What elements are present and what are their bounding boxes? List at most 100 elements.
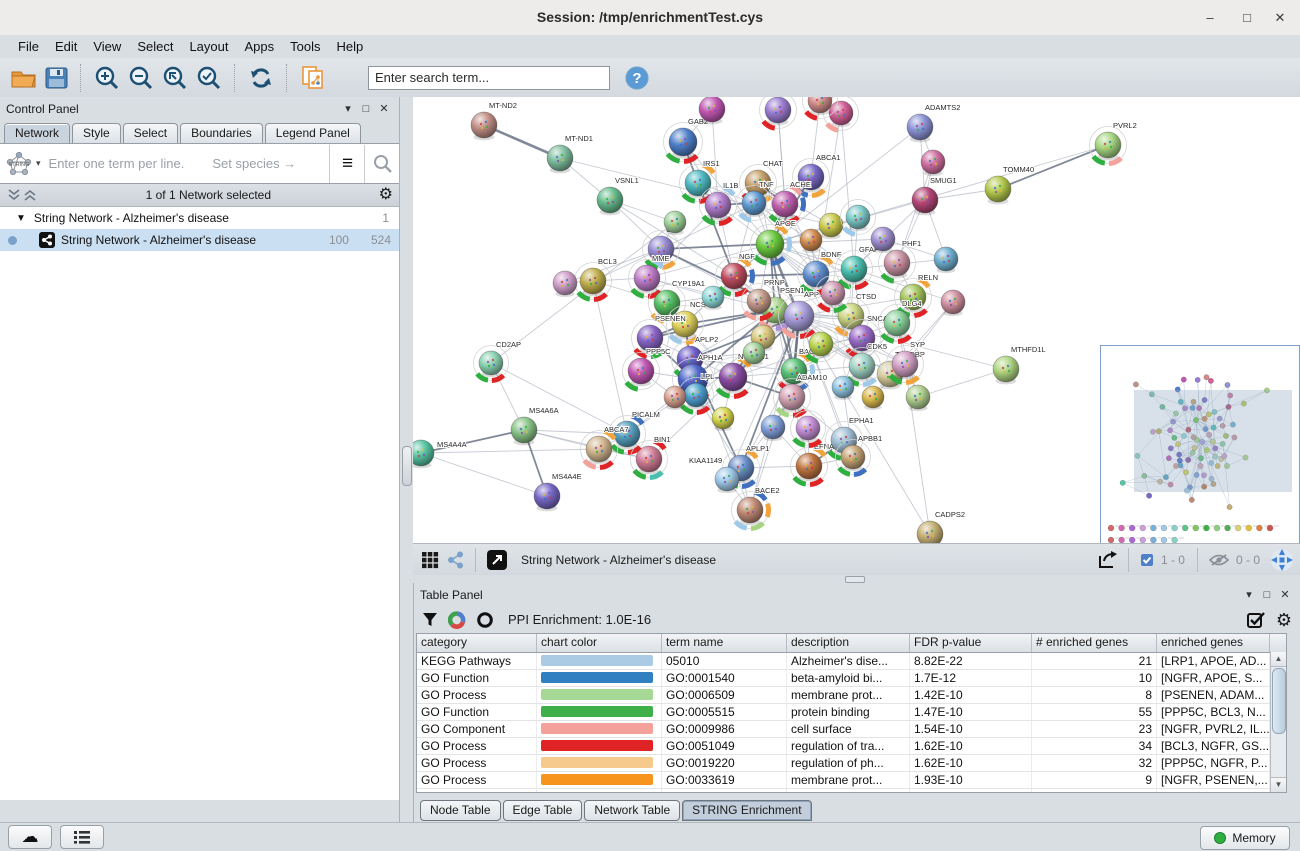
tab-string-enrichment[interactable]: STRING Enrichment: [682, 800, 811, 821]
network-from-file-icon[interactable]: [300, 65, 328, 91]
network-node-MT-ND2[interactable]: MT-ND2: [471, 101, 517, 140]
close-icon[interactable]: ✕: [1265, 0, 1295, 35]
network-node[interactable]: [791, 411, 826, 446]
network-node[interactable]: [712, 407, 734, 431]
column-header-term-name[interactable]: term name: [662, 634, 787, 652]
memory-button[interactable]: Memory: [1200, 826, 1290, 850]
network-node[interactable]: [664, 211, 686, 235]
string-query-placeholder[interactable]: Enter one term per line.: [49, 156, 185, 171]
tree-expand-icon[interactable]: ▼: [16, 213, 26, 224]
network-node[interactable]: [761, 415, 785, 441]
save-session-icon[interactable]: [45, 67, 68, 89]
network-node[interactable]: [832, 376, 854, 400]
minimize-icon[interactable]: –: [1195, 0, 1225, 35]
open-session-icon[interactable]: [10, 67, 37, 89]
table-row[interactable]: GO ProcessGO:0006509membrane prot...1.42…: [417, 687, 1286, 704]
table-row[interactable]: GO ProcessGO:0050435beta-amyloid m...2.0…: [417, 789, 1286, 793]
network-node[interactable]: [702, 286, 724, 310]
menu-item-view[interactable]: View: [85, 35, 129, 58]
column-header-fdr-p-value[interactable]: FDR p-value: [910, 634, 1032, 652]
cloud-tasks-button[interactable]: ☁: [8, 825, 52, 849]
panel-float-icon[interactable]: □: [357, 103, 375, 115]
enrichment-table[interactable]: categorychart colorterm namedescriptionF…: [416, 633, 1287, 793]
network-node[interactable]: [921, 150, 945, 176]
network-node-EFNA5[interactable]: EFNA5: [791, 442, 839, 485]
menu-item-layout[interactable]: Layout: [181, 35, 236, 58]
network-node-BCL3[interactable]: BCL3: [575, 257, 617, 300]
birds-eye-navigator[interactable]: [1100, 345, 1300, 544]
menu-item-select[interactable]: Select: [129, 35, 181, 58]
panel-close-icon[interactable]: ✕: [1276, 588, 1294, 601]
network-node[interactable]: [906, 385, 930, 411]
scrollbar-thumb[interactable]: [1272, 668, 1286, 734]
horizontal-splitter[interactable]: [413, 575, 1300, 583]
table-row[interactable]: GO ProcessGO:0051049regulation of tra...…: [417, 738, 1286, 755]
network-node-PVRL2[interactable]: PVRL2: [1090, 121, 1137, 164]
network-node[interactable]: [819, 213, 843, 239]
tab-legend-panel[interactable]: Legend Panel: [265, 123, 361, 143]
selected-checkbox-icon[interactable]: [1140, 553, 1154, 567]
splitter-handle[interactable]: [845, 576, 865, 583]
network-node[interactable]: [841, 200, 876, 235]
set-species-label[interactable]: Set species →: [212, 156, 329, 171]
pan-compass-icon[interactable]: [1270, 548, 1294, 572]
network-node[interactable]: [941, 290, 965, 316]
donut-chart-icon[interactable]: [448, 611, 466, 629]
panel-menu-icon[interactable]: ▾: [339, 102, 357, 115]
column-header-category[interactable]: category: [417, 634, 537, 652]
network-node[interactable]: [743, 342, 765, 366]
tab-node-table[interactable]: Node Table: [420, 800, 501, 821]
tab-edge-table[interactable]: Edge Table: [503, 800, 583, 821]
panel-menu-icon[interactable]: ▾: [1240, 588, 1258, 601]
tab-network[interactable]: Network: [4, 123, 70, 143]
scroll-down-icon[interactable]: ▼: [1271, 777, 1286, 792]
network-node-ADAMTS2[interactable]: ADAMTS2: [907, 103, 960, 142]
network-node[interactable]: [871, 227, 895, 253]
grid-view-icon[interactable]: [421, 551, 439, 569]
tab-select[interactable]: Select: [123, 123, 178, 143]
menu-item-edit[interactable]: Edit: [47, 35, 85, 58]
network-node-MTHFD1L[interactable]: MTHFD1L: [993, 345, 1046, 384]
menu-item-apps[interactable]: Apps: [237, 35, 283, 58]
column-header-chart-color[interactable]: chart color: [537, 634, 662, 652]
maximize-icon[interactable]: □: [1232, 0, 1262, 35]
table-row[interactable]: GO ProcessGO:0019220regulation of ph...1…: [417, 755, 1286, 772]
network-collection-row[interactable]: ▼ String Network - Alzheimer's disease 1: [0, 207, 399, 229]
network-node-MS4A4A[interactable]: MS4A4A: [413, 440, 467, 468]
task-history-button[interactable]: [60, 825, 104, 849]
string-search-icon[interactable]: [366, 145, 399, 183]
column-header--enriched-genes[interactable]: # enriched genes: [1032, 634, 1157, 652]
network-node[interactable]: [664, 386, 686, 410]
table-row[interactable]: GO ComponentGO:0009986cell surface1.54E-…: [417, 721, 1286, 738]
network-node-CADPS2[interactable]: CADPS2: [917, 510, 965, 543]
menu-item-file[interactable]: File: [10, 35, 47, 58]
network-node-APP[interactable]: APP: [779, 290, 820, 337]
network-node-TOMM40[interactable]: TOMM40: [985, 165, 1034, 204]
network-node-PPP5C[interactable]: PPP5C: [623, 347, 672, 390]
table-row[interactable]: GO FunctionGO:0001540beta-amyloid bi...1…: [417, 670, 1286, 687]
navigator-viewport[interactable]: [1134, 390, 1292, 492]
string-options-icon[interactable]: ≡: [331, 145, 364, 183]
table-scrollbar[interactable]: ▲ ▼: [1270, 652, 1286, 792]
network-node-VSNL1[interactable]: VSNL1: [597, 176, 639, 215]
zoom-in-icon[interactable]: [94, 65, 120, 91]
zoom-out-icon[interactable]: [128, 65, 154, 91]
ring-chart-icon[interactable]: [476, 611, 494, 629]
gear-icon[interactable]: ⚙: [379, 187, 393, 203]
zoom-selected-icon[interactable]: [196, 65, 222, 91]
share-network-icon[interactable]: [447, 551, 465, 569]
refresh-icon[interactable]: [248, 65, 274, 91]
string-logo-icon[interactable]: STRING ▾: [4, 151, 41, 177]
network-node[interactable]: [934, 247, 958, 273]
hidden-eye-icon[interactable]: [1209, 553, 1229, 567]
network-node[interactable]: [804, 327, 839, 362]
network-node-GFAP[interactable]: GFAP: [836, 245, 880, 288]
export-network-icon[interactable]: [1096, 550, 1118, 570]
network-node[interactable]: [760, 97, 797, 129]
network-node-MT-ND1[interactable]: MT-ND1: [547, 134, 593, 173]
network-node[interactable]: [816, 276, 851, 311]
menu-item-tools[interactable]: Tools: [282, 35, 328, 58]
table-row[interactable]: KEGG Pathways05010Alzheimer's dise...8.8…: [417, 653, 1286, 670]
network-row[interactable]: String Network - Alzheimer's disease 100…: [0, 229, 399, 251]
open-in-browser-icon[interactable]: [487, 550, 507, 570]
